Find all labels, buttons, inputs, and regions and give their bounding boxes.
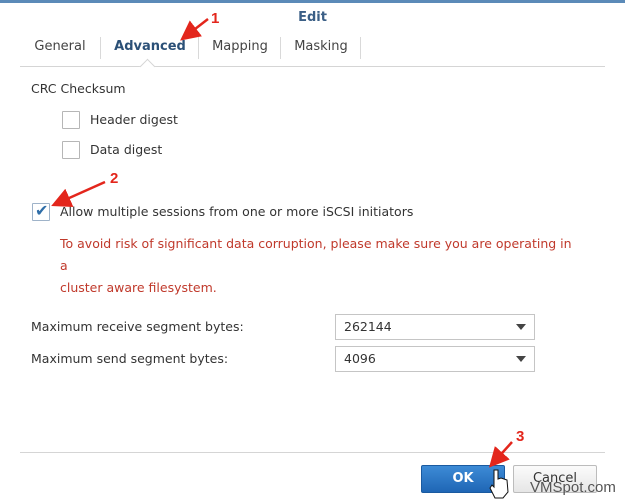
tab-divider bbox=[198, 37, 199, 59]
tab-mapping[interactable]: Mapping bbox=[200, 35, 280, 65]
chevron-down-icon bbox=[516, 356, 526, 362]
tab-divider bbox=[360, 37, 361, 59]
tab-masking[interactable]: Masking bbox=[282, 35, 360, 65]
window-top-bar bbox=[0, 0, 625, 3]
receive-segment-label: Maximum receive segment bytes: bbox=[31, 319, 244, 334]
dialog-title: Edit bbox=[298, 10, 327, 25]
data-digest-label: Data digest bbox=[90, 142, 163, 157]
corruption-warning: To avoid risk of significant data corrup… bbox=[60, 233, 580, 299]
receive-segment-value: 262144 bbox=[344, 319, 392, 334]
tab-general[interactable]: General bbox=[20, 35, 100, 65]
annotation-number: 3 bbox=[516, 428, 525, 445]
tab-divider bbox=[100, 37, 101, 59]
receive-segment-select[interactable]: 262144 bbox=[335, 314, 535, 340]
warning-line: To avoid risk of significant data corrup… bbox=[60, 236, 572, 273]
send-segment-select[interactable]: 4096 bbox=[335, 346, 535, 372]
watermark: VMSpot.com bbox=[530, 479, 616, 496]
crc-section-label: CRC Checksum bbox=[31, 81, 126, 96]
tab-underline bbox=[20, 66, 605, 67]
ok-button[interactable]: OK bbox=[421, 465, 505, 493]
warning-line: cluster aware filesystem. bbox=[60, 280, 217, 295]
tab-divider bbox=[280, 37, 281, 59]
header-digest-checkbox[interactable] bbox=[62, 111, 80, 129]
header-digest-label: Header digest bbox=[90, 112, 178, 127]
footer-divider bbox=[20, 452, 605, 453]
multi-session-checkbox[interactable]: ✔ bbox=[32, 201, 50, 221]
data-digest-checkbox[interactable] bbox=[62, 141, 80, 159]
send-segment-label: Maximum send segment bytes: bbox=[31, 351, 229, 366]
chevron-down-icon bbox=[516, 324, 526, 330]
send-segment-value: 4096 bbox=[344, 351, 376, 366]
checkmark-icon: ✔ bbox=[35, 201, 49, 220]
multi-session-label: Allow multiple sessions from one or more… bbox=[60, 204, 414, 219]
annotation-number: 1 bbox=[211, 10, 220, 27]
annotation-number: 2 bbox=[110, 170, 119, 187]
arrow-icon bbox=[51, 180, 106, 208]
